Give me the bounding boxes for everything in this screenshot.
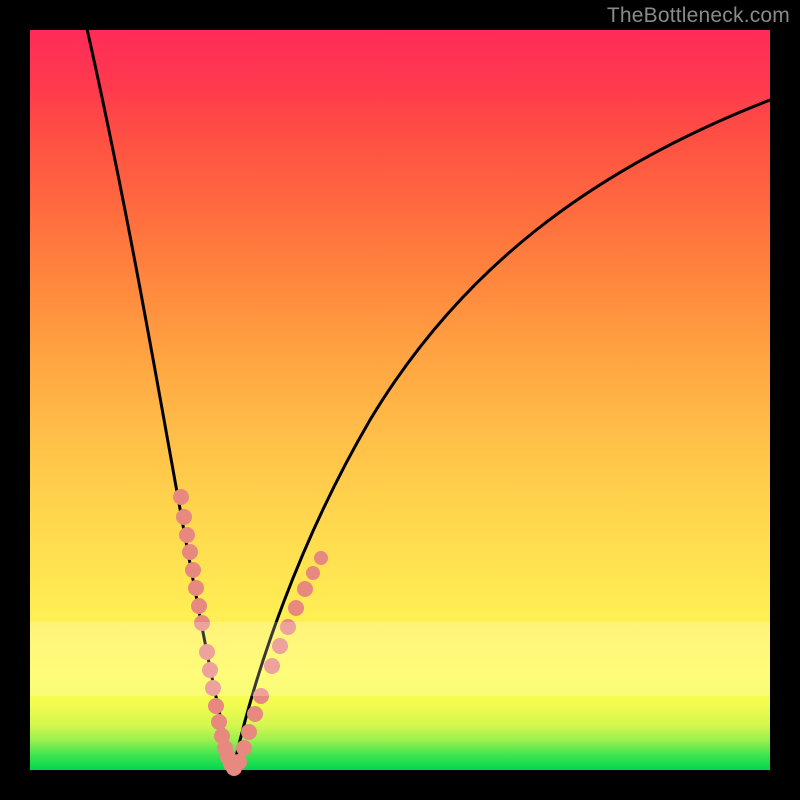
- scatter-dot: [194, 615, 210, 631]
- chart-frame: TheBottleneck.com: [0, 0, 800, 800]
- scatter-dot: [188, 580, 204, 596]
- scatter-dot: [253, 688, 269, 704]
- scatter-dot: [264, 658, 280, 674]
- scatter-dot: [179, 527, 195, 543]
- scatter-dot: [199, 644, 215, 660]
- right-curve: [233, 100, 770, 770]
- scatter-dot: [191, 598, 207, 614]
- scatter-dot: [288, 600, 304, 616]
- plot-area: [30, 30, 770, 770]
- scatter-dot: [306, 566, 320, 580]
- scatter-dot: [208, 698, 224, 714]
- scatter-dot: [185, 562, 201, 578]
- scatter-dot: [202, 662, 218, 678]
- scatter-dot: [231, 754, 247, 770]
- scatter-dot: [272, 638, 288, 654]
- curves-layer: [30, 30, 770, 770]
- scatter-dot: [314, 551, 328, 565]
- scatter-dot: [205, 680, 221, 696]
- scatter-dot: [182, 544, 198, 560]
- scatter-dot: [211, 714, 227, 730]
- scatter-dot: [297, 581, 313, 597]
- scatter-dot: [241, 724, 257, 740]
- scatter-dot: [236, 740, 252, 756]
- watermark-text: TheBottleneck.com: [607, 4, 790, 28]
- scatter-dot: [176, 509, 192, 525]
- scatter-dot: [280, 619, 296, 635]
- scatter-dot: [247, 706, 263, 722]
- scatter-dot: [173, 489, 189, 505]
